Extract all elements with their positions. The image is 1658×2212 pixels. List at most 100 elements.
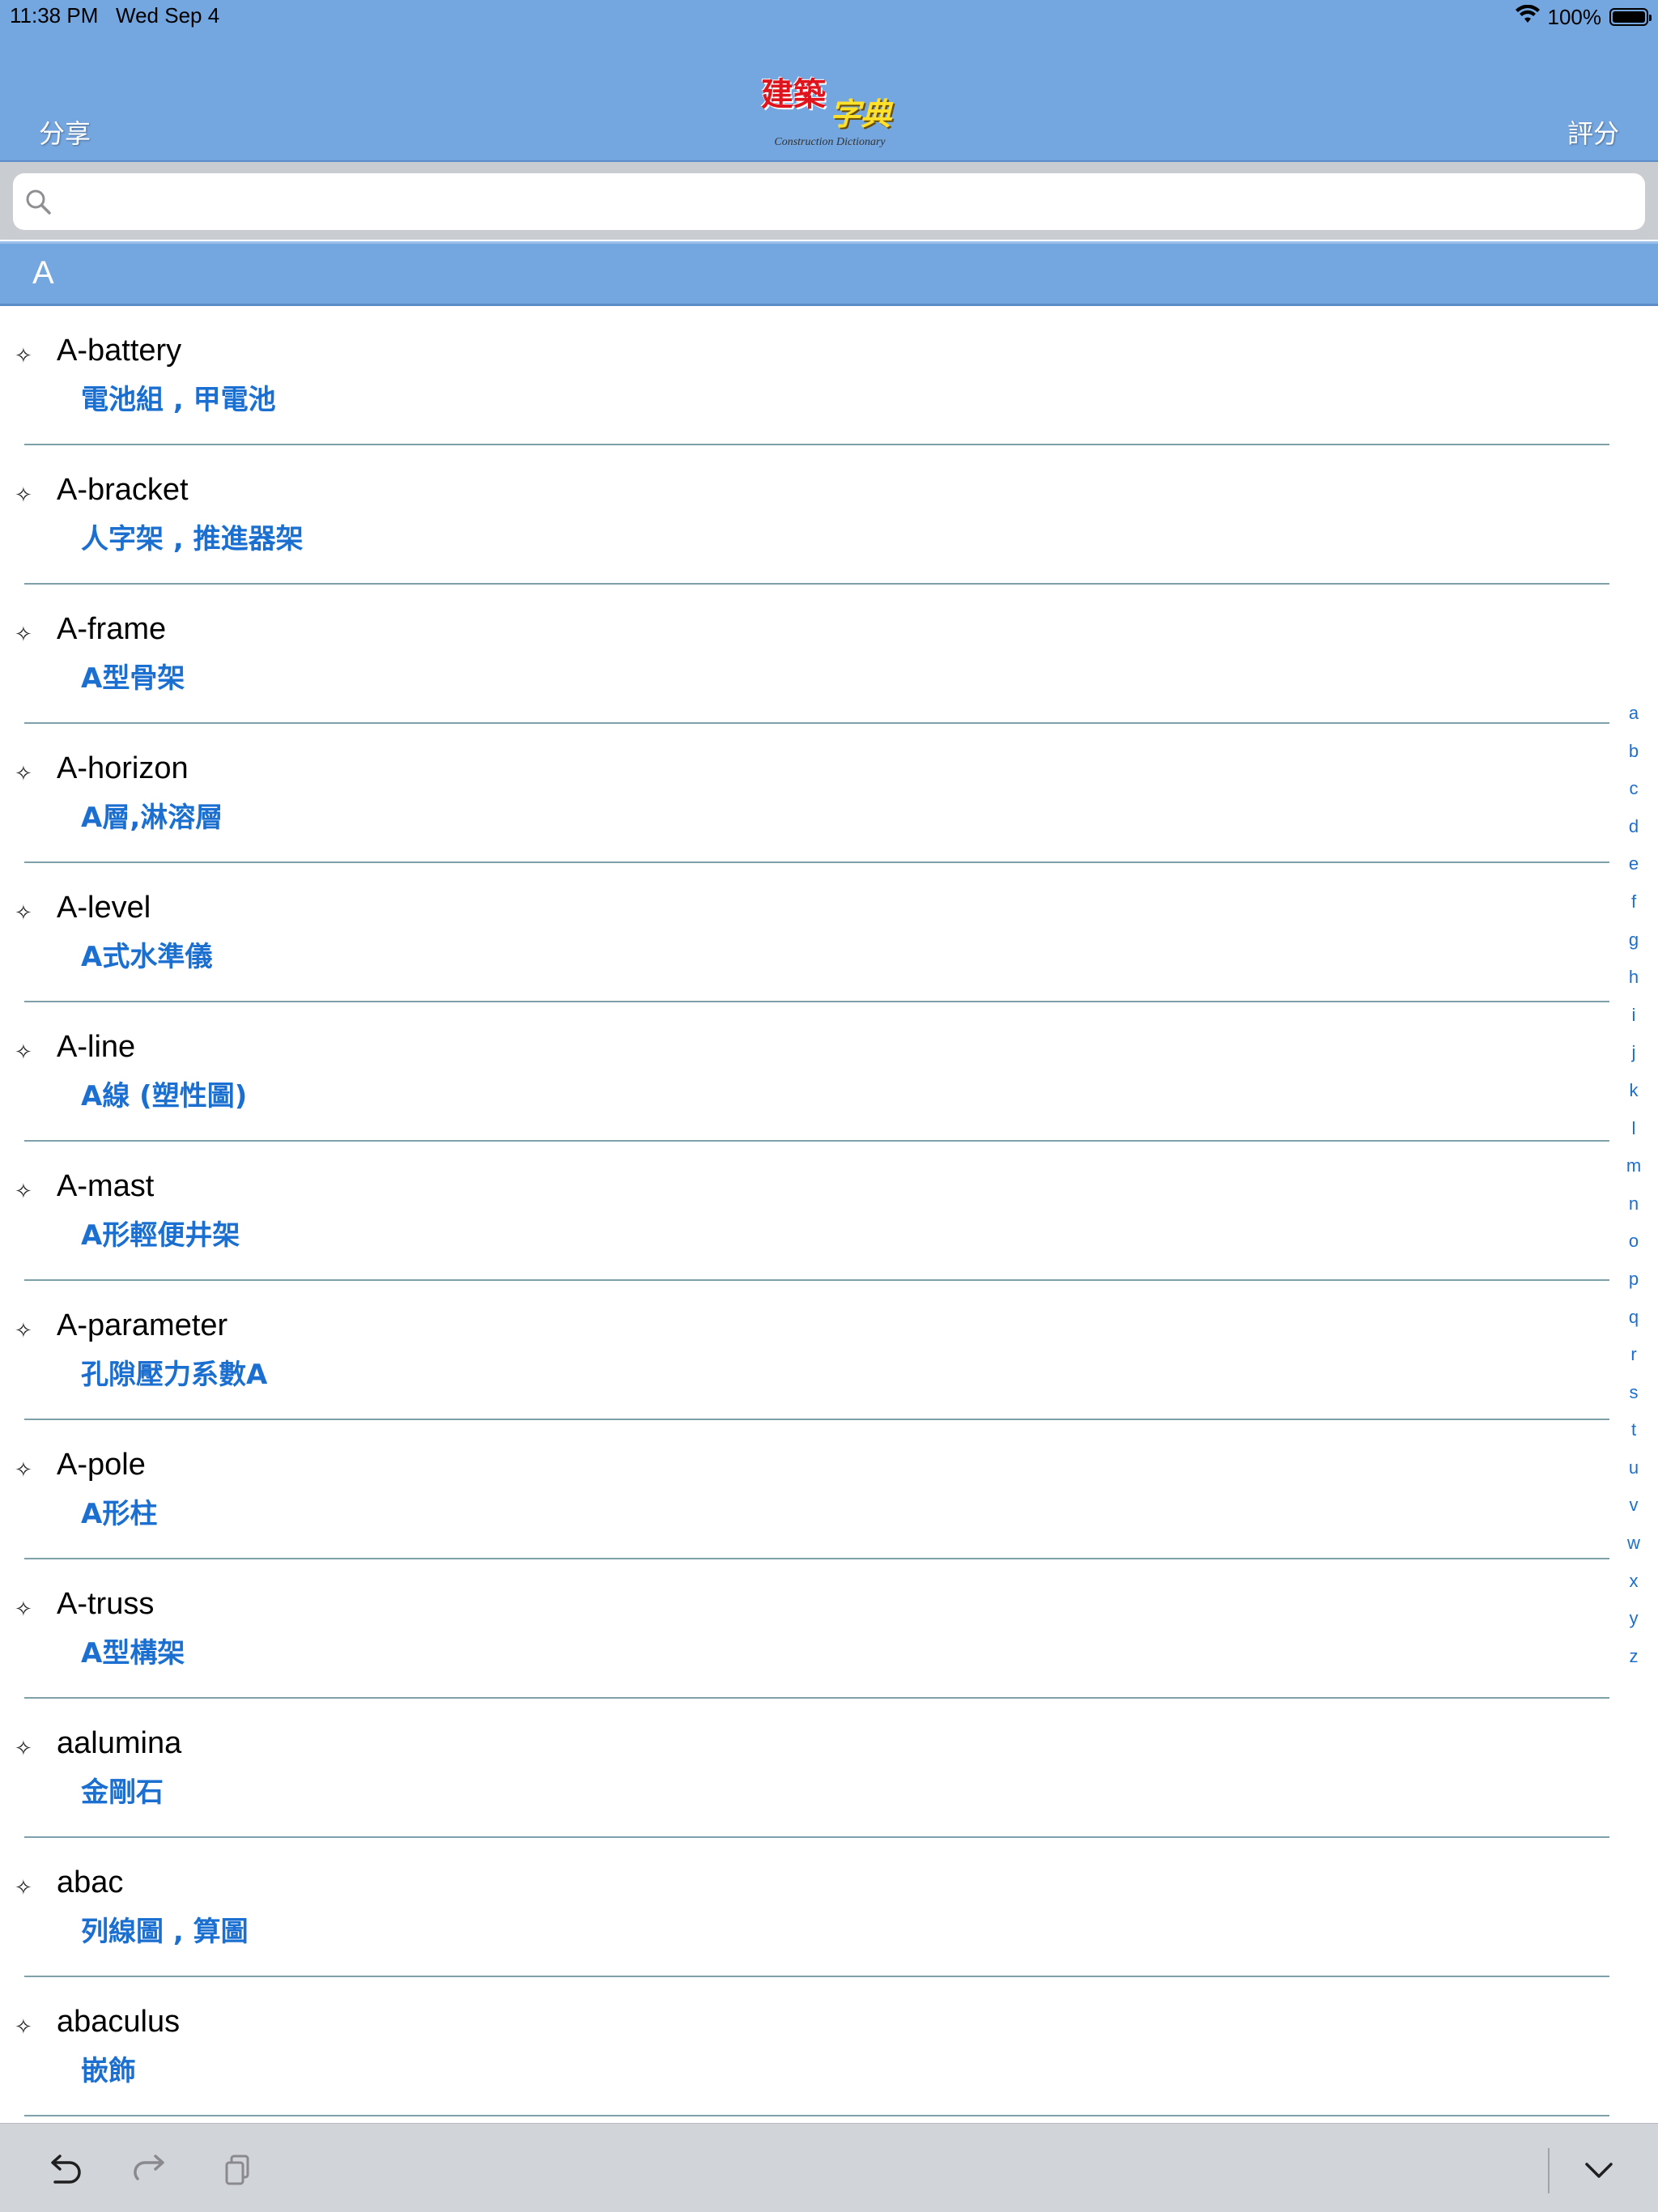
entry-term: A-battery (57, 334, 182, 368)
dictionary-list[interactable]: ✧ A-battery 電池組 , 甲電池 ✧ A-bracket 人字架 , 推進器架 ✧… (0, 306, 1658, 2120)
entry-translation: A式水準儀 (81, 941, 213, 973)
entry-term: abaculus (57, 2005, 181, 2039)
hide-keyboard-icon[interactable] (1579, 2150, 1619, 2190)
list-item[interactable]: ✧ A-level A式水準儀 (0, 863, 1658, 1002)
diamond-bullet-icon: ✧ (15, 1179, 32, 1203)
index-letter-p[interactable]: p (1619, 1269, 1648, 1307)
list-item[interactable]: ✧ A-battery 電池組 , 甲電池 (0, 306, 1658, 445)
index-letter-r[interactable]: r (1619, 1344, 1648, 1382)
index-letter-g[interactable]: g (1619, 929, 1648, 968)
entry-translation: A形柱 (81, 1498, 158, 1530)
list-item[interactable]: ✧ aalumina 金剛石 (0, 1699, 1658, 1838)
diamond-bullet-icon: ✧ (15, 761, 32, 785)
entry-term: aalumina (57, 1726, 182, 1760)
alphabet-index[interactable]: abcdefghijklmnopqrstuvwxyz (1619, 703, 1648, 1683)
entry-translation: A型構架 (81, 1637, 185, 1670)
index-letter-d[interactable]: d (1619, 816, 1648, 854)
index-letter-e[interactable]: e (1619, 853, 1648, 891)
paste-icon[interactable] (219, 2150, 259, 2190)
entry-term: A-pole (57, 1448, 146, 1482)
search-bar (0, 162, 1658, 240)
index-letter-s[interactable]: s (1619, 1382, 1648, 1420)
index-letter-c[interactable]: c (1619, 778, 1648, 816)
entry-translation: 人字架 , 推進器架 (81, 523, 304, 555)
diamond-bullet-icon: ✧ (15, 343, 32, 368)
index-letter-o[interactable]: o (1619, 1231, 1648, 1269)
index-letter-h[interactable]: h (1619, 967, 1648, 1005)
list-item[interactable]: ✧ A-line A線 (塑性圖) (0, 1002, 1658, 1142)
entry-term: A-horizon (57, 751, 189, 785)
index-letter-q[interactable]: q (1619, 1307, 1648, 1345)
index-letter-z[interactable]: z (1619, 1646, 1648, 1684)
search-icon (24, 188, 53, 217)
index-letter-v[interactable]: v (1619, 1495, 1648, 1533)
index-letter-k[interactable]: k (1619, 1080, 1648, 1118)
index-letter-u[interactable]: u (1619, 1457, 1648, 1495)
index-letter-x[interactable]: x (1619, 1571, 1648, 1609)
list-item[interactable]: ✧ A-horizon A層,淋溶層 (0, 724, 1658, 863)
redo-icon[interactable] (131, 2150, 172, 2190)
index-letter-b[interactable]: b (1619, 741, 1648, 779)
entry-term: A-level (57, 891, 151, 925)
diamond-bullet-icon: ✧ (15, 1736, 32, 1760)
entry-term: abac (57, 1865, 124, 1899)
rate-button[interactable]: 評分 (1567, 113, 1619, 151)
entry-translation: 電池組 , 甲電池 (81, 384, 276, 416)
list-item[interactable]: ✧ abac 列線圖 , 算圖 (0, 1838, 1658, 1977)
entry-translation: 孔隙壓力系數A (81, 1359, 268, 1391)
status-time: 11:38 PM Wed Sep 4 (10, 3, 220, 28)
entry-term: A-line (57, 1030, 136, 1064)
list-item[interactable]: ✧ A-parameter 孔隙壓力系數A (0, 1281, 1658, 1420)
list-item[interactable]: ✧ A-mast A形輕便井架 (0, 1142, 1658, 1281)
entry-translation: 金剛石 (81, 1776, 164, 1809)
index-letter-j[interactable]: j (1619, 1042, 1648, 1080)
list-item[interactable]: ✧ A-bracket 人字架 , 推進器架 (0, 445, 1658, 585)
entry-term: A-parameter (57, 1308, 228, 1342)
diamond-bullet-icon: ✧ (15, 622, 32, 646)
section-title: A (32, 255, 54, 291)
index-letter-w[interactable]: w (1619, 1533, 1648, 1571)
index-letter-f[interactable]: f (1619, 891, 1648, 929)
entry-translation: A形輕便井架 (81, 1219, 240, 1252)
index-letter-a[interactable]: a (1619, 703, 1648, 741)
battery-icon (1609, 8, 1652, 26)
index-letter-m[interactable]: m (1619, 1155, 1648, 1193)
entry-term: A-mast (57, 1169, 155, 1203)
index-letter-t[interactable]: t (1619, 1419, 1648, 1457)
entry-translation: A型骨架 (81, 662, 185, 695)
list-item[interactable]: ✧ abaculus 嵌飾 (0, 1977, 1658, 2116)
search-field[interactable] (13, 173, 1645, 230)
diamond-bullet-icon: ✧ (15, 483, 32, 507)
share-button[interactable]: 分享 (39, 113, 91, 151)
entry-translation: 列線圖 , 算圖 (81, 1916, 249, 1948)
diamond-bullet-icon: ✧ (15, 2014, 32, 2039)
index-letter-i[interactable]: i (1619, 1005, 1648, 1043)
entry-translation: A線 (塑性圖) (81, 1080, 248, 1112)
list-item[interactable]: ✧ A-pole A形柱 (0, 1420, 1658, 1559)
app-logo: 建築 字典 Construction Dictionary (753, 68, 907, 157)
list-item[interactable]: ✧ A-frame A型骨架 (0, 585, 1658, 724)
entry-translation: A層,淋溶層 (81, 802, 223, 834)
search-input[interactable] (63, 181, 1618, 222)
row-separator (24, 2115, 1609, 2116)
battery-percent: 100% (1547, 4, 1602, 29)
diamond-bullet-icon: ✧ (15, 1457, 32, 1482)
diamond-bullet-icon: ✧ (15, 1318, 32, 1342)
diamond-bullet-icon: ✧ (15, 1040, 32, 1064)
keyboard-toolbar (0, 2123, 1658, 2212)
index-letter-y[interactable]: y (1619, 1608, 1648, 1646)
toolbar-divider (1548, 2148, 1550, 2193)
entry-translation: 嵌飾 (81, 2055, 136, 2087)
logo-line2: 字典 (830, 96, 892, 132)
status-right: 100% (1515, 3, 1652, 31)
logo-subtitle: Construction Dictionary (774, 136, 886, 148)
section-header: A (0, 241, 1658, 306)
index-letter-l[interactable]: l (1619, 1118, 1648, 1156)
list-item[interactable]: ✧ A-truss A型構架 (0, 1559, 1658, 1699)
diamond-bullet-icon: ✧ (15, 1875, 32, 1899)
entry-term: A-frame (57, 612, 167, 646)
undo-icon[interactable] (44, 2150, 84, 2190)
diamond-bullet-icon: ✧ (15, 900, 32, 925)
index-letter-n[interactable]: n (1619, 1193, 1648, 1231)
diamond-bullet-icon: ✧ (15, 1597, 32, 1621)
